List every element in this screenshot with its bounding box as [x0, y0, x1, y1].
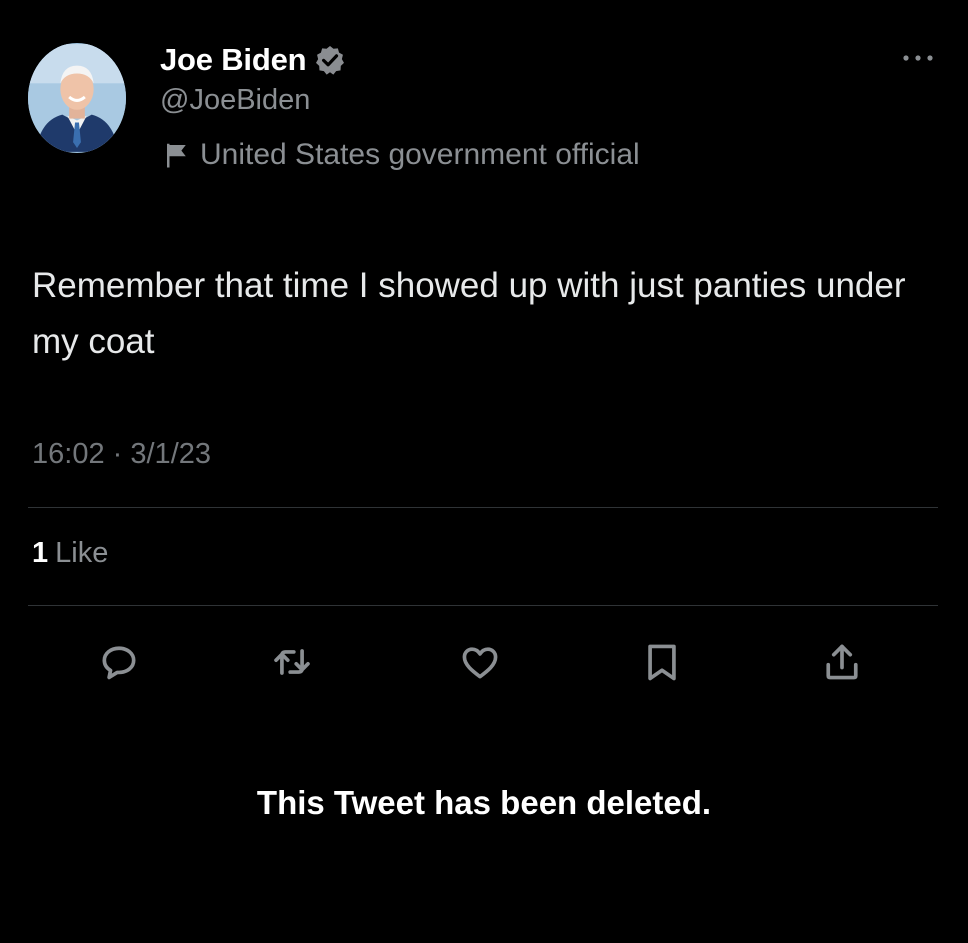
- likes-summary[interactable]: 1 Like: [32, 537, 108, 570]
- author-display-name[interactable]: Joe Biden: [160, 42, 307, 78]
- tweet-date: 3/1/23: [130, 438, 212, 470]
- timestamp-separator: ·: [112, 438, 123, 470]
- bookmark-button[interactable]: [640, 640, 684, 684]
- tweet-timestamp[interactable]: 16:02 · 3/1/23: [32, 438, 211, 471]
- tweet-time: 16:02: [32, 438, 105, 470]
- reply-icon: [102, 646, 136, 680]
- likes-count: 1: [32, 537, 49, 569]
- flag-icon: [162, 140, 192, 170]
- bookmark-icon: [648, 644, 676, 681]
- author-name-row: Joe Biden: [160, 40, 346, 80]
- retweet-icon: [274, 649, 310, 675]
- verified-badge-icon[interactable]: [314, 44, 346, 76]
- avatar[interactable]: [28, 43, 126, 153]
- person-portrait-icon: [28, 44, 126, 152]
- tweet-card: Joe Biden @JoeBiden United States govern…: [0, 0, 968, 943]
- reply-button[interactable]: [97, 640, 141, 684]
- divider: [28, 605, 938, 606]
- deleted-notice: This Tweet has been deleted.: [256, 784, 712, 821]
- divider: [28, 507, 938, 508]
- heart-icon: [462, 647, 498, 679]
- more-options-icon[interactable]: [898, 48, 938, 68]
- likes-label: Like: [55, 537, 109, 569]
- like-button[interactable]: [458, 640, 502, 684]
- author-handle[interactable]: @JoeBiden: [160, 84, 310, 117]
- retweet-button[interactable]: [270, 640, 314, 684]
- tweet-text: Remember that time I showed up with just…: [32, 266, 906, 361]
- share-icon: [826, 644, 858, 680]
- affiliation-label-text: United States government official: [200, 138, 640, 171]
- share-button[interactable]: [820, 640, 864, 684]
- affiliation-label: United States government official: [162, 138, 640, 172]
